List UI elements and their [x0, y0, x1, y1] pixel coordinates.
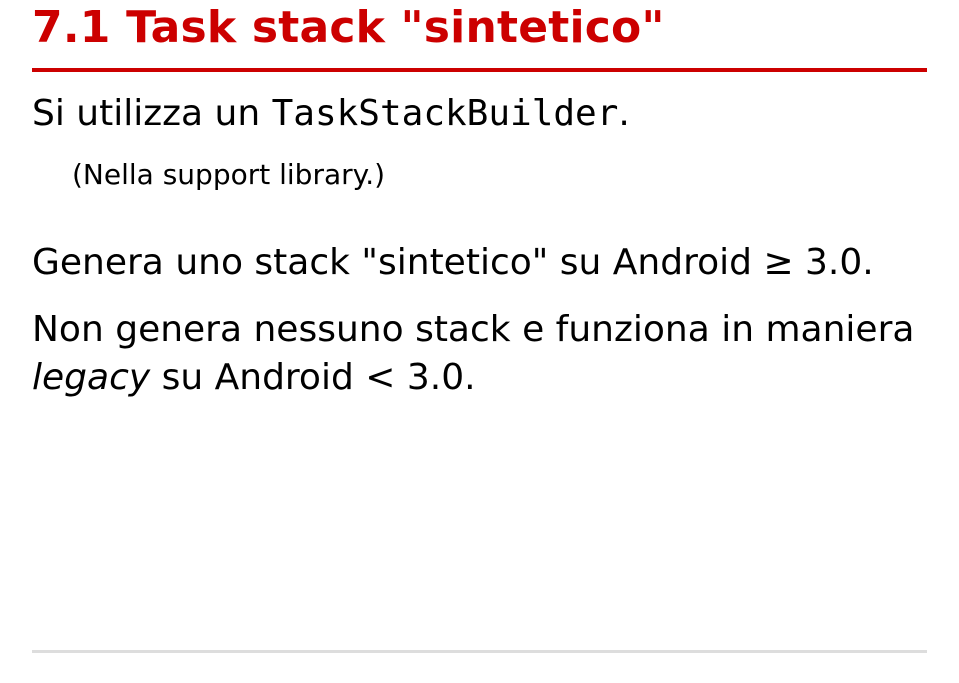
footer-rule [32, 650, 927, 653]
paragraph-3: Non genera nessuno stack e funziona in m… [32, 306, 927, 403]
slide-content: Si utilizza un TaskStackBuilder. (Nella … [32, 90, 927, 421]
code-identifier: TaskStackBuilder [272, 93, 619, 134]
intro-text-suffix: . [618, 93, 629, 134]
paragraph-3-b: su Android < 3.0. [150, 357, 475, 398]
slide: 7.1 Task stack "sintetico" Si utilizza u… [0, 0, 959, 683]
intro-paragraph: Si utilizza un TaskStackBuilder. [32, 90, 927, 139]
paragraph-3-a: Non genera nessuno stack e funziona in m… [32, 309, 914, 350]
support-library-note: (Nella support library.) [72, 157, 927, 193]
title-underline [32, 68, 927, 72]
paragraph-2: Genera uno stack "sintetico" su Android … [32, 239, 927, 288]
legacy-word: legacy [32, 357, 150, 398]
slide-title: 7.1 Task stack "sintetico" [32, 2, 927, 53]
intro-text-prefix: Si utilizza un [32, 93, 272, 134]
